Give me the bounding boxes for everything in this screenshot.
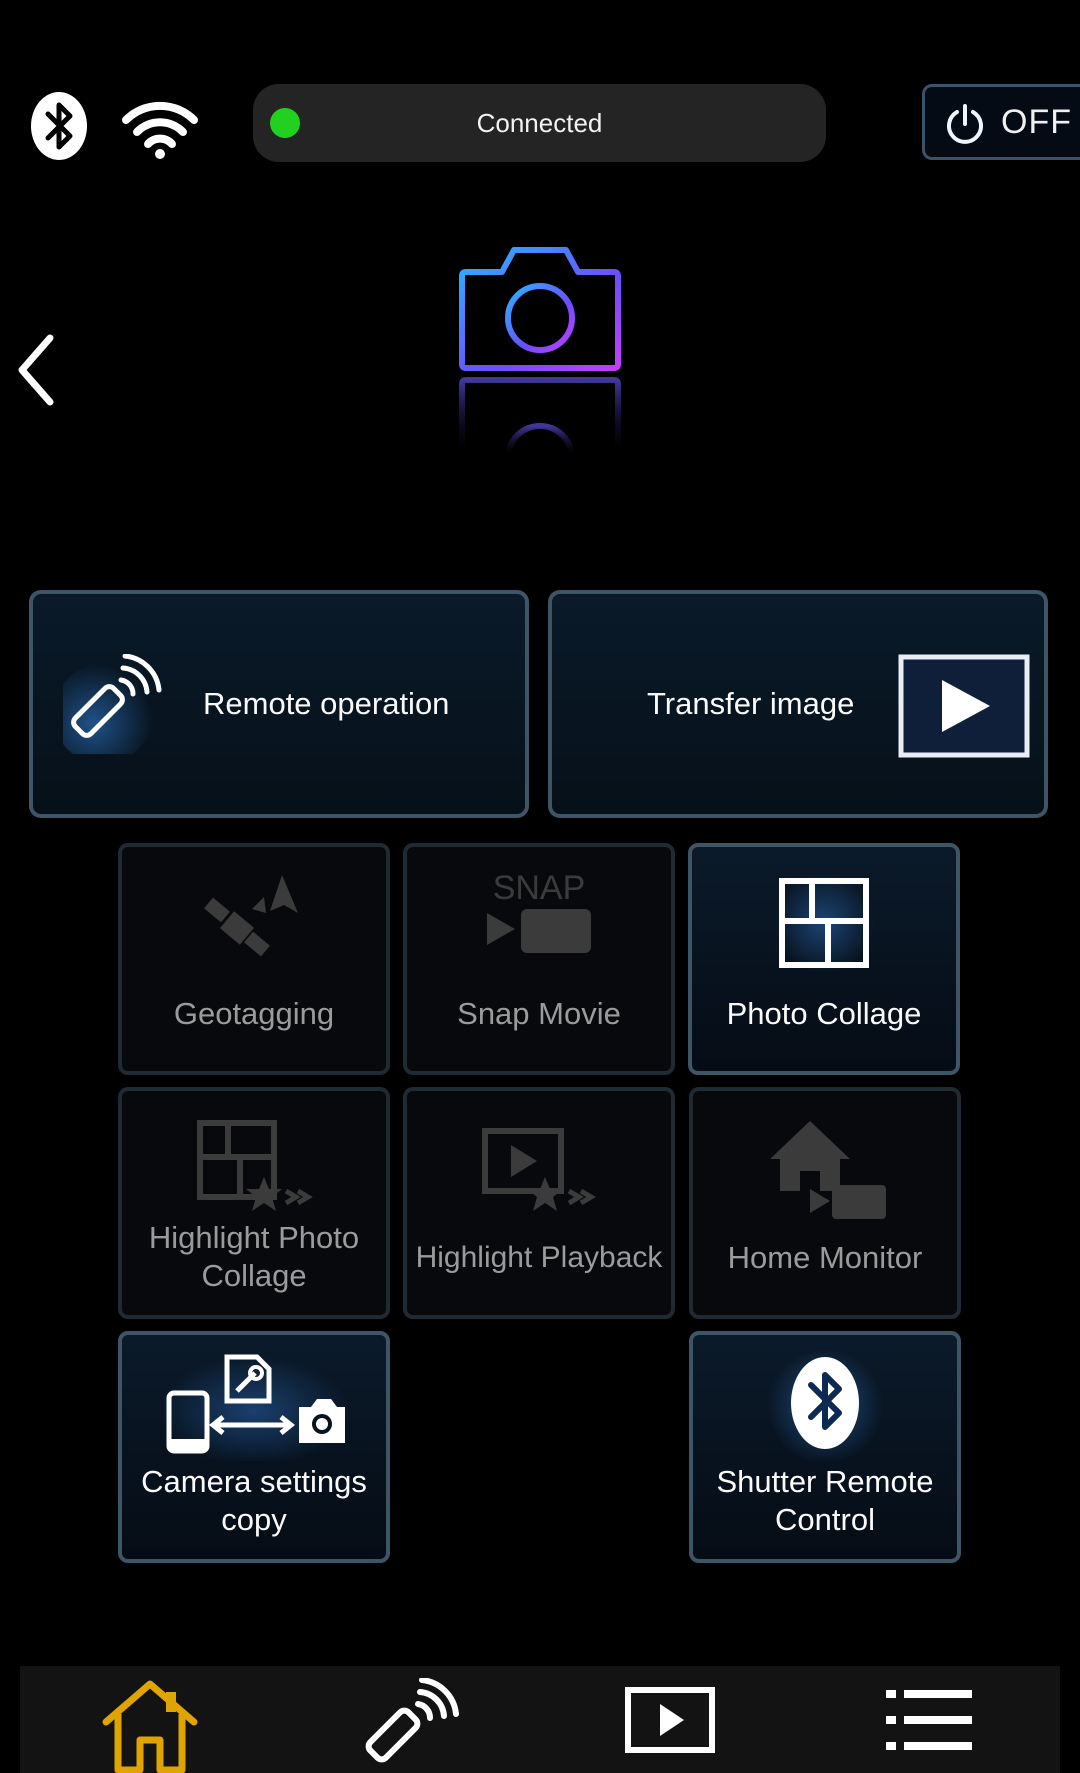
highlight-playback-tile[interactable]: Highlight Playback xyxy=(403,1087,675,1319)
snap-movie-label: Snap Movie xyxy=(457,996,621,1031)
nav-home-button[interactable] xyxy=(70,1666,230,1773)
snap-icon-text: SNAP xyxy=(493,869,586,907)
back-button[interactable] xyxy=(10,330,60,410)
highlight-photo-collage-line1: Highlight Photo xyxy=(148,1220,360,1255)
highlight-photo-collage-tile[interactable]: Highlight Photo Collage xyxy=(118,1087,390,1319)
shutter-remote-control-label: Shutter Remote Control xyxy=(693,1463,957,1539)
power-off-label: OFF xyxy=(1001,103,1072,141)
settings-copy-icon xyxy=(159,1354,349,1461)
camera-icon xyxy=(459,247,621,460)
status-bar: Connected OFF xyxy=(0,0,1080,180)
satellite-icon xyxy=(204,875,298,957)
remote-operation-button[interactable]: Remote operation xyxy=(29,590,529,818)
home-monitor-icon xyxy=(770,1121,886,1219)
highlight-photo-collage-line2: Collage xyxy=(201,1258,307,1293)
shutter-remote-control-line1: Shutter Remote xyxy=(716,1464,934,1499)
connection-status-text: Connected xyxy=(476,108,603,138)
photo-collage-label: Photo Collage xyxy=(726,996,922,1031)
play-icon xyxy=(625,1687,715,1753)
connection-status: Connected xyxy=(253,84,826,162)
highlight-playback-label: Highlight Playback xyxy=(415,1241,663,1274)
nav-playback-button[interactable] xyxy=(590,1666,750,1773)
bluetooth-icon xyxy=(31,92,87,160)
geotagging-tile[interactable]: Geotagging xyxy=(118,843,390,1075)
nav-menu-button[interactable] xyxy=(850,1666,1010,1773)
power-icon xyxy=(947,104,983,144)
highlight-photo-collage-label: Highlight Photo Collage xyxy=(122,1219,386,1295)
remote-control-icon xyxy=(63,654,162,754)
snap-movie-icon: SNAP xyxy=(487,869,591,953)
camera-settings-copy-line1: Camera settings xyxy=(141,1464,367,1499)
menu-icon xyxy=(886,1690,972,1750)
bottom-navigation xyxy=(20,1666,1060,1773)
remote-operation-label: Remote operation xyxy=(203,686,450,721)
camera-settings-copy-line2: copy xyxy=(221,1502,287,1537)
geotagging-label: Geotagging xyxy=(173,996,335,1031)
home-monitor-label: Home Monitor xyxy=(727,1240,923,1275)
highlight-playback-icon xyxy=(482,1128,596,1211)
home-monitor-tile[interactable]: Home Monitor xyxy=(689,1087,961,1319)
collage-icon xyxy=(774,873,874,973)
transfer-image-label: Transfer image xyxy=(647,686,855,721)
highlight-collage-icon xyxy=(197,1120,313,1211)
home-icon xyxy=(102,1680,198,1773)
wifi-icon xyxy=(122,101,198,159)
bluetooth-icon xyxy=(767,1351,883,1461)
shutter-remote-control-tile[interactable]: Shutter Remote Control xyxy=(689,1331,961,1563)
transfer-image-button[interactable]: Transfer image xyxy=(548,590,1048,818)
play-icon xyxy=(898,654,1030,758)
camera-settings-copy-label: Camera settings copy xyxy=(122,1463,386,1539)
photo-collage-tile[interactable]: Photo Collage xyxy=(688,843,960,1075)
shutter-remote-control-line2: Control xyxy=(775,1502,875,1537)
power-off-button[interactable]: OFF xyxy=(922,84,1080,160)
remote-control-icon xyxy=(365,1678,459,1763)
camera-settings-copy-tile[interactable]: Camera settings copy xyxy=(118,1331,390,1563)
snap-movie-tile[interactable]: SNAP Snap Movie xyxy=(403,843,675,1075)
nav-remote-button[interactable] xyxy=(330,1666,490,1773)
